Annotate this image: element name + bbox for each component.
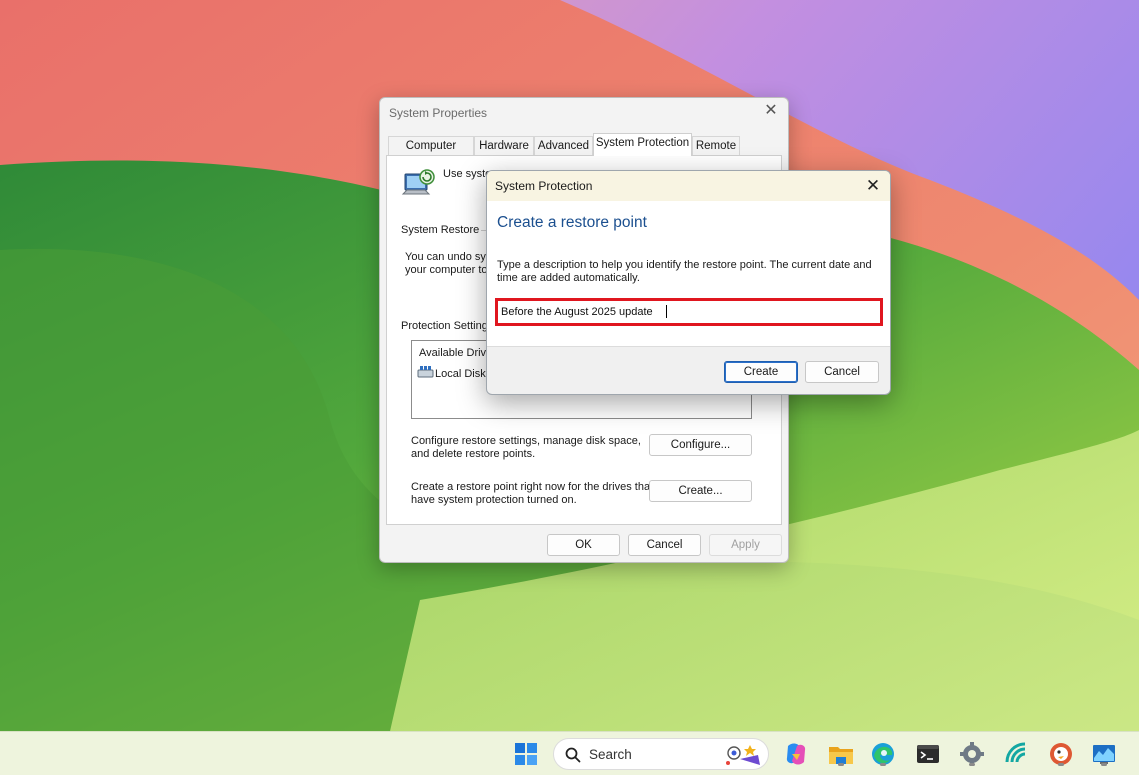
- restore-point-description-highlight: [495, 298, 883, 326]
- running-indicator: [880, 763, 886, 766]
- running-indicator: [1058, 763, 1064, 766]
- close-icon: ✕: [865, 176, 881, 195]
- dialog-titlebar: System Protection ✕: [487, 171, 890, 201]
- dialog-description-line: time are added automatically.: [497, 272, 640, 284]
- running-indicator: [1101, 763, 1107, 766]
- close-icon: ✕: [764, 102, 778, 119]
- tab-system-protection[interactable]: System Protection: [593, 133, 692, 156]
- dialog-body: Create a restore point Type a descriptio…: [487, 201, 890, 347]
- taskbar-settings[interactable]: [958, 740, 986, 768]
- terminal-icon: [917, 745, 939, 763]
- taskbar-terminal[interactable]: [914, 740, 942, 768]
- dialog-cancel-button[interactable]: Cancel: [805, 361, 879, 383]
- taskbar-wifi-analyzer[interactable]: [1003, 740, 1031, 768]
- protection-settings-group-label: Protection Settings: [401, 320, 494, 332]
- system-restore-text: your computer to: [405, 264, 488, 276]
- copilot-icon: [786, 743, 806, 765]
- search-icon: [565, 747, 581, 763]
- dialog-footer-divider: [487, 346, 890, 347]
- taskbar-edge[interactable]: [869, 740, 897, 768]
- drives-list-header: Available Drive: [419, 347, 493, 359]
- system-restore-group-label: System Restore: [401, 224, 480, 236]
- ok-button[interactable]: OK: [547, 534, 620, 556]
- window-title: System Properties: [389, 106, 488, 120]
- system-restore-text: You can undo sys: [405, 251, 492, 263]
- tab-remote[interactable]: Remote: [692, 136, 740, 156]
- dialog-heading: Create a restore point: [497, 214, 647, 231]
- taskbar-search-box[interactable]: Search: [553, 738, 769, 770]
- taskbar: Search: [0, 731, 1139, 775]
- search-highlight-icon: [726, 745, 760, 765]
- create-description: Create a restore point right now for the…: [411, 481, 654, 493]
- apply-button[interactable]: Apply: [709, 534, 782, 556]
- create-button[interactable]: Create...: [649, 480, 752, 502]
- text-caret: [666, 305, 667, 318]
- start-icon: [515, 743, 537, 765]
- tab-hardware[interactable]: Hardware: [474, 136, 534, 156]
- tab-computer-name[interactable]: Computer Name: [388, 136, 474, 170]
- taskbar-duckduckgo[interactable]: [1047, 740, 1075, 768]
- start-button[interactable]: [512, 740, 540, 768]
- cancel-button[interactable]: Cancel: [628, 534, 701, 556]
- running-indicator: [838, 763, 844, 766]
- close-button[interactable]: ✕: [762, 102, 780, 120]
- configure-description: Configure restore settings, manage disk …: [411, 435, 641, 447]
- create-description: have system protection turned on.: [411, 494, 577, 506]
- system-protection-dialog: System Protection ✕ Create a restore poi…: [486, 170, 891, 395]
- restore-point-description-input[interactable]: [501, 303, 875, 321]
- drive-list-item[interactable]: Local Disk: [435, 368, 486, 381]
- configure-description: and delete restore points.: [411, 448, 536, 460]
- computer-restore-icon: [401, 169, 435, 195]
- dialog-close-button[interactable]: ✕: [863, 176, 883, 196]
- intro-text: Use syste: [443, 168, 492, 180]
- dialog-description: Type a description to help you identify …: [497, 259, 882, 285]
- local-disk-icon: [417, 366, 434, 378]
- dialog-description-line: Type a description to help you identify …: [497, 259, 872, 271]
- wifi-analyzer-icon: [1005, 742, 1026, 763]
- tab-advanced[interactable]: Advanced: [534, 136, 593, 156]
- configure-button[interactable]: Configure...: [649, 434, 752, 456]
- search-label: Search: [589, 747, 632, 762]
- taskbar-resource-monitor[interactable]: [1090, 740, 1118, 768]
- dialog-create-button[interactable]: Create: [724, 361, 798, 383]
- running-indicator: [969, 763, 975, 766]
- taskbar-file-explorer[interactable]: [827, 740, 855, 768]
- taskbar-copilot[interactable]: [782, 740, 810, 768]
- dialog-title: System Protection: [495, 179, 593, 193]
